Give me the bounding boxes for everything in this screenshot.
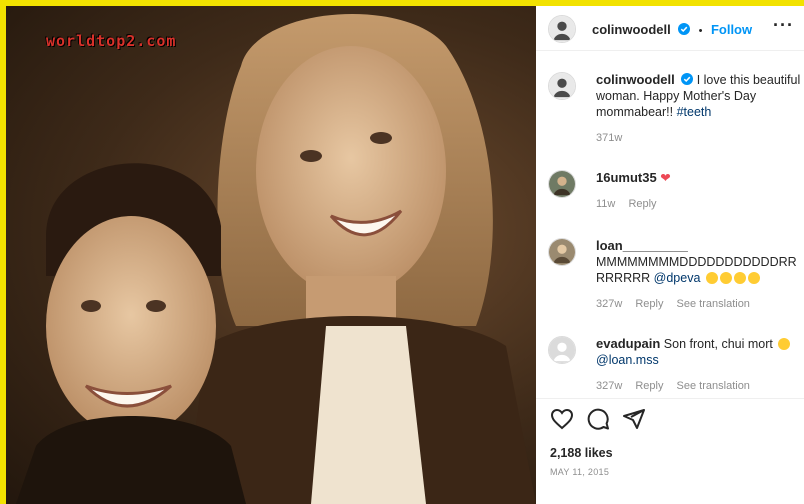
comment-time: 327w xyxy=(596,298,623,310)
post-date: MAY 11, 2015 xyxy=(550,467,610,477)
commenter-avatar[interactable] xyxy=(548,238,576,266)
caption-hashtag[interactable]: #teeth xyxy=(677,105,712,119)
comment-icon[interactable] xyxy=(586,407,610,431)
avatar-image xyxy=(549,239,575,265)
emoji-icon xyxy=(704,271,760,285)
likes-count[interactable]: 2,188 likes xyxy=(550,446,613,460)
avatar-image xyxy=(549,16,575,42)
post-actions: 2,188 likes MAY 11, 2015 xyxy=(536,398,804,502)
watermark: worldtop2.com xyxy=(46,32,177,50)
comment-mention[interactable]: @dpeva xyxy=(654,271,701,285)
comment-username[interactable]: 16umut35 xyxy=(596,170,657,185)
commenter-avatar[interactable] xyxy=(548,170,576,198)
avatar-image xyxy=(549,171,575,197)
comment-time: 11w xyxy=(596,198,616,210)
comment-time: 327w xyxy=(596,380,623,392)
heart-emoji-icon: ❤ xyxy=(660,171,671,185)
comment-mention[interactable]: @loan.mss xyxy=(596,353,659,367)
comment-username[interactable]: evadupain xyxy=(596,336,660,351)
post-sidebar: colinwoodell • Follow ··· colinwoodell I… xyxy=(536,6,804,504)
avatar-placeholder-icon xyxy=(549,337,575,363)
post-header: colinwoodell • Follow ··· xyxy=(536,6,804,51)
more-icon[interactable]: ··· xyxy=(773,16,794,34)
caption-time: 371w xyxy=(596,132,623,144)
avatar-image xyxy=(549,73,575,99)
comment-body: evadupain Son front, chui mort @loan.mss… xyxy=(596,336,802,392)
comment-text: Son front, chui mort xyxy=(663,337,773,351)
caption-username[interactable]: colinwoodell xyxy=(596,72,675,87)
see-translation-button[interactable]: See translation xyxy=(677,298,750,310)
header-separator: • xyxy=(698,25,703,37)
verified-badge-icon xyxy=(681,73,694,85)
reply-button[interactable]: Reply xyxy=(628,198,656,210)
caption-avatar[interactable] xyxy=(548,72,576,100)
see-translation-button[interactable]: See translation xyxy=(677,380,750,392)
comment-body: loan_________ MMMMMMMMDDDDDDDDDDDRRRRRRR… xyxy=(596,238,802,312)
commenter-avatar[interactable] xyxy=(548,336,576,364)
reply-button[interactable]: Reply xyxy=(635,298,663,310)
comment-username[interactable]: loan_________ xyxy=(596,238,688,253)
follow-button[interactable]: Follow xyxy=(711,22,752,37)
caption-body: colinwoodell I love this beautiful woman… xyxy=(596,72,802,146)
heart-icon[interactable] xyxy=(550,407,574,431)
share-icon[interactable] xyxy=(622,407,646,431)
author-avatar[interactable] xyxy=(548,15,576,43)
comment-body: 16umut35 ❤ 11w Reply xyxy=(596,170,802,212)
post-photo: worldtop2.com xyxy=(6,6,536,504)
verified-badge-icon xyxy=(678,23,691,35)
author-username[interactable]: colinwoodell xyxy=(592,22,671,37)
screenshot-frame: worldtop2.com colinwoodell • Follow ··· xyxy=(0,0,804,504)
photo-illustration xyxy=(16,13,536,504)
comments-list[interactable]: colinwoodell I love this beautiful woman… xyxy=(536,52,804,392)
reply-button[interactable]: Reply xyxy=(635,380,663,392)
laughing-emoji-icon xyxy=(778,338,791,350)
